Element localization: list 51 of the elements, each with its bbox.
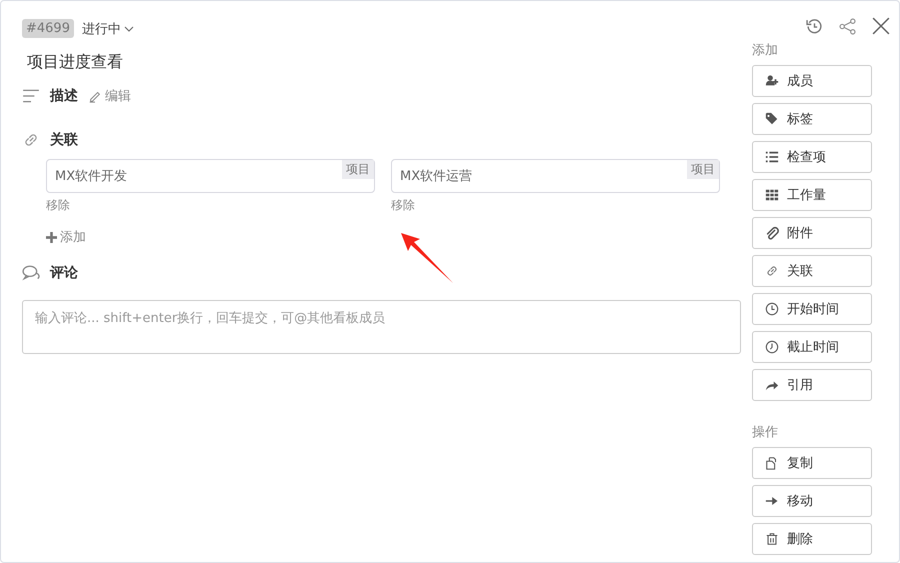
section-heading: 描述 xyxy=(50,87,78,105)
edit-link[interactable]: 编辑 xyxy=(88,87,131,105)
plus-icon xyxy=(46,232,57,242)
linked-card[interactable]: MX软件运营 项目 xyxy=(391,159,720,193)
section-heading: 评论 xyxy=(50,264,78,282)
sidebar-button[interactable]: 工作量 xyxy=(752,179,872,211)
linked-card-name: MX软件开发 xyxy=(55,168,128,185)
paperclip-icon xyxy=(765,226,779,240)
sidebar-heading: 操作 xyxy=(752,424,779,441)
card-type-tag: 项目 xyxy=(687,160,719,179)
arrow-right-icon xyxy=(765,494,779,508)
linked-card-name: MX软件运营 xyxy=(400,168,472,185)
clock-icon xyxy=(765,302,779,316)
remove-link[interactable]: 移除 xyxy=(46,197,70,214)
annotation-arrow xyxy=(399,231,455,285)
close-icon[interactable] xyxy=(872,17,890,35)
add-link-button[interactable]: 添加 xyxy=(46,228,86,246)
comment-icon xyxy=(22,264,40,282)
sidebar-button[interactable]: 成员 xyxy=(752,65,872,97)
share-icon xyxy=(839,18,856,34)
sidebar-button[interactable]: 截止时间 xyxy=(752,331,872,363)
tag-icon xyxy=(765,112,779,126)
chevron-down-icon xyxy=(124,24,134,34)
clock-icon xyxy=(765,340,779,354)
sidebar-button[interactable]: 删除 xyxy=(752,523,872,555)
issue-number: #4699 xyxy=(22,19,74,38)
sidebar-heading: 添加 xyxy=(752,42,779,59)
card-type-tag: 项目 xyxy=(342,160,374,179)
list-icon xyxy=(765,150,779,164)
section-heading: 关联 xyxy=(50,131,78,149)
sidebar-button[interactable]: 引用 xyxy=(752,369,872,401)
sidebar-button[interactable]: 关联 xyxy=(752,255,872,287)
sidebar-button[interactable]: 标签 xyxy=(752,103,872,135)
sidebar-button[interactable]: 移动 xyxy=(752,485,872,517)
trash-icon xyxy=(765,532,779,546)
lines-icon xyxy=(22,87,40,105)
comment-field[interactable]: 输入评论... shift+enter换行，回车提交，可@其他看板成员 xyxy=(22,300,741,354)
grid-icon xyxy=(765,188,779,202)
sidebar-button[interactable]: 附件 xyxy=(752,217,872,249)
card-title: 项目进度查看 xyxy=(27,52,124,73)
history-icon xyxy=(806,18,823,34)
sidebar-button[interactable]: 检查项 xyxy=(752,141,872,173)
linked-card[interactable]: MX软件开发 项目 xyxy=(46,159,375,193)
link-icon xyxy=(765,264,779,278)
sidebar-button[interactable]: 开始时间 xyxy=(752,293,872,325)
pencil-icon xyxy=(88,89,102,103)
copy-icon xyxy=(765,456,779,470)
user-plus-icon xyxy=(765,74,779,88)
status-dropdown[interactable]: 进行中 xyxy=(82,20,134,38)
remove-link[interactable]: 移除 xyxy=(391,197,415,214)
sidebar-button[interactable]: 复制 xyxy=(752,447,872,479)
